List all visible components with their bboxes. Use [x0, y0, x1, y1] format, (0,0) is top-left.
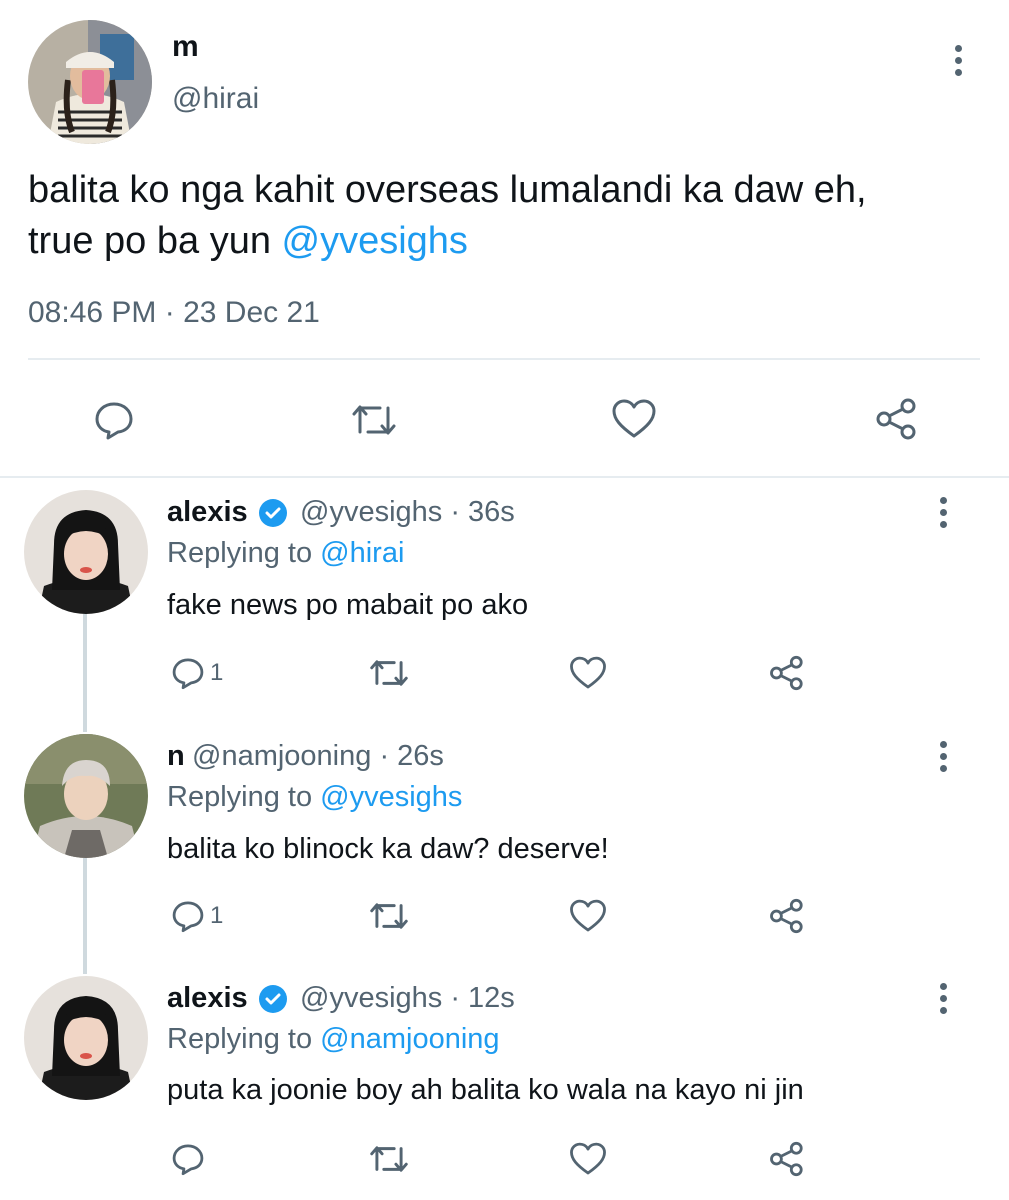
- reply-author-meta[interactable]: @yvesighs · 36s: [300, 496, 515, 529]
- replying-label: Replying to: [167, 781, 321, 813]
- reply-author-handle: @yvesighs: [300, 496, 443, 528]
- mention-link[interactable]: @yvesighs: [282, 220, 468, 262]
- replying-label: Replying to: [167, 537, 321, 569]
- reply-author-meta[interactable]: @namjooning · 26s: [192, 740, 444, 773]
- replying-to: Replying to @yvesighs: [167, 781, 462, 814]
- verified-badge-icon: [259, 985, 287, 1013]
- reply-author-handle: @yvesighs: [300, 982, 443, 1014]
- reply-avatar[interactable]: [24, 734, 148, 858]
- share-button[interactable]: [874, 396, 922, 442]
- replying-to-link[interactable]: @namjooning: [320, 1023, 499, 1055]
- share-button[interactable]: [768, 897, 808, 935]
- reply-icon: [95, 402, 133, 440]
- share-button[interactable]: [768, 654, 808, 692]
- reply-text: puta ka joonie boy ah balita ko wala na …: [167, 1074, 804, 1106]
- share-icon: [876, 398, 916, 440]
- reply-time: · 36s: [442, 496, 515, 528]
- retweet-button[interactable]: [368, 1140, 410, 1178]
- reply-icon: [172, 901, 204, 933]
- like-button[interactable]: [568, 654, 608, 692]
- like-icon: [570, 656, 606, 689]
- replying-to-link[interactable]: @hirai: [320, 537, 404, 569]
- reply-author-name[interactable]: alexis: [167, 982, 248, 1015]
- replying-to-link[interactable]: @yvesighs: [320, 781, 462, 813]
- reply-avatar[interactable]: [24, 490, 148, 614]
- retweet-icon: [370, 903, 408, 929]
- reply-author-meta[interactable]: @yvesighs · 12s: [300, 982, 515, 1015]
- reply-count: 1: [210, 659, 224, 686]
- reply-icon: [172, 1144, 204, 1176]
- retweet-button[interactable]: [350, 398, 398, 442]
- more-options-icon[interactable]: [933, 492, 953, 532]
- tweet-date: 23 Dec 21: [183, 296, 320, 329]
- section-separator: [0, 476, 1009, 478]
- replying-to: Replying to @hirai: [167, 537, 404, 570]
- main-tweet: m @hirai balita ko nga kahit overseas lu…: [0, 0, 1009, 478]
- main-avatar[interactable]: [28, 20, 152, 144]
- reply-time: · 12s: [442, 982, 515, 1014]
- divider: [28, 358, 980, 360]
- tweet-text-line1: balita ko nga kahit overseas lumalandi k…: [28, 169, 867, 211]
- like-button[interactable]: [568, 1140, 608, 1178]
- reply-button[interactable]: 1: [170, 897, 223, 935]
- like-button[interactable]: [568, 897, 608, 935]
- time-separator: ·: [156, 296, 184, 329]
- reply-text: balita ko blinock ka daw? deserve!: [167, 833, 609, 865]
- replying-to: Replying to @namjooning: [167, 1023, 500, 1056]
- like-button[interactable]: [610, 396, 658, 442]
- tweet-time: 08:46 PM: [28, 296, 157, 329]
- tweet-timestamp[interactable]: 08:46 PM · 23 Dec 21: [28, 296, 320, 330]
- like-icon: [570, 1142, 606, 1175]
- retweet-icon: [370, 660, 408, 686]
- verified-badge-icon: [259, 499, 287, 527]
- thread-line: [83, 858, 87, 974]
- more-options-icon[interactable]: [933, 978, 953, 1018]
- retweet-icon: [352, 405, 396, 435]
- reply-button[interactable]: [170, 1140, 206, 1178]
- reply-avatar[interactable]: [24, 976, 148, 1100]
- more-options-icon[interactable]: [933, 736, 953, 776]
- share-button[interactable]: [768, 1140, 808, 1178]
- reply-time: · 26s: [371, 740, 444, 772]
- replying-label: Replying to: [167, 1023, 321, 1055]
- reply-author-name[interactable]: alexis: [167, 496, 248, 529]
- like-icon: [570, 899, 606, 932]
- reply-author-handle: @namjooning: [192, 740, 372, 772]
- more-options-icon[interactable]: [948, 40, 968, 80]
- author-name[interactable]: m: [172, 30, 199, 64]
- share-icon: [770, 655, 803, 691]
- like-icon: [612, 399, 656, 438]
- tweet-text: balita ko nga kahit overseas lumalandi k…: [28, 165, 978, 267]
- retweet-button[interactable]: [368, 897, 410, 935]
- share-icon: [770, 1141, 803, 1177]
- reply-count: 1: [210, 902, 224, 929]
- reply-icon: [172, 658, 204, 690]
- reply-button[interactable]: [92, 398, 136, 442]
- retweet-icon: [370, 1146, 408, 1172]
- thread-line: [83, 614, 87, 732]
- reply-text: fake news po mabait po ako: [167, 589, 529, 621]
- author-handle[interactable]: @hirai: [172, 82, 259, 116]
- retweet-button[interactable]: [368, 654, 410, 692]
- share-icon: [770, 898, 803, 934]
- tweet-text-line2: true po ba yun: [28, 220, 282, 262]
- reply-button[interactable]: 1: [170, 654, 223, 692]
- reply-author-name[interactable]: n: [167, 740, 185, 773]
